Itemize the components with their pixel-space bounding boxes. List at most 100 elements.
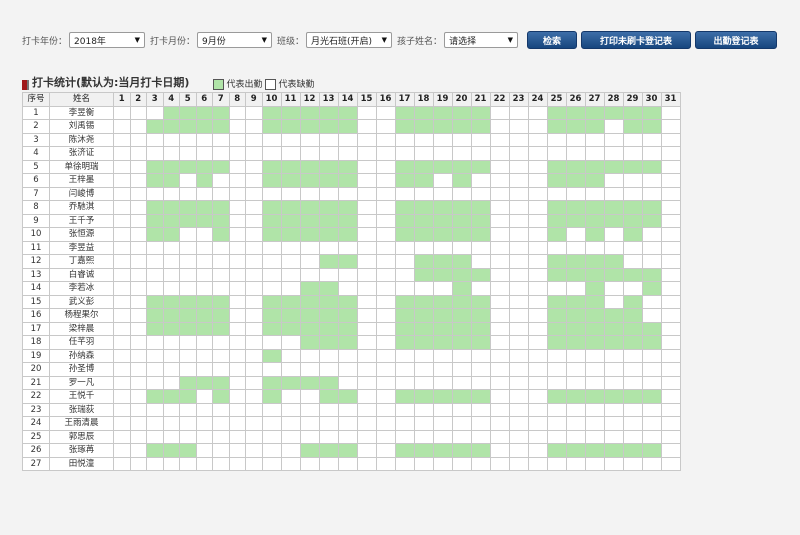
- row-index: 11: [22, 240, 50, 255]
- day-cell-present: [432, 321, 453, 336]
- day-cell-absent: [113, 267, 131, 282]
- day-cell-absent: [527, 348, 548, 363]
- day-cell-absent: [603, 362, 624, 377]
- header-day: 6: [195, 92, 213, 107]
- day-cell-absent: [375, 159, 396, 174]
- day-cell-present: [318, 105, 339, 120]
- day-cell-absent: [660, 240, 681, 255]
- day-cell-absent: [508, 362, 529, 377]
- child-select[interactable]: 请选择 ▼: [444, 32, 519, 48]
- day-cell-absent: [508, 213, 529, 228]
- day-cell-absent: [245, 254, 263, 269]
- row-index: 23: [22, 402, 50, 417]
- year-select[interactable]: 2018年 ▼: [69, 32, 146, 48]
- day-cell-absent: [195, 254, 213, 269]
- day-cell-absent: [337, 267, 358, 282]
- day-cell-absent: [394, 429, 415, 444]
- year-select-value: 2018年: [74, 36, 106, 47]
- day-cell-present: [146, 321, 164, 336]
- day-cell-absent: [280, 402, 301, 417]
- day-cell-absent: [432, 240, 453, 255]
- day-cell-absent: [375, 240, 396, 255]
- day-cell-present: [584, 294, 605, 309]
- day-cell-absent: [508, 240, 529, 255]
- day-cell-absent: [212, 429, 230, 444]
- row-name: 孙圣博: [49, 362, 114, 377]
- day-cell-absent: [261, 456, 282, 471]
- day-cell-absent: [432, 281, 453, 296]
- day-cell-absent: [641, 186, 662, 201]
- day-cell-present: [212, 200, 230, 215]
- day-cell-absent: [261, 146, 282, 161]
- day-cell-present: [261, 348, 282, 363]
- search-button[interactable]: 检索: [527, 31, 578, 49]
- day-cell-absent: [603, 132, 624, 147]
- table-row: 25 郭思辰: [22, 429, 681, 444]
- day-cell-absent: [212, 173, 230, 188]
- row-name: 王悦千: [49, 389, 114, 404]
- day-cell-absent: [470, 456, 491, 471]
- day-cell-absent: [280, 416, 301, 431]
- day-cell-present: [195, 321, 213, 336]
- day-cell-present: [337, 213, 358, 228]
- day-cell-present: [318, 294, 339, 309]
- day-cell-absent: [489, 294, 510, 309]
- day-cell-absent: [527, 429, 548, 444]
- day-cell-present: [394, 443, 415, 458]
- day-cell-absent: [565, 375, 586, 390]
- chevron-down-icon: ▼: [381, 36, 388, 44]
- day-cell-present: [162, 173, 180, 188]
- day-cell-absent: [245, 308, 263, 323]
- day-cell-present: [546, 119, 567, 134]
- row-index: 5: [22, 159, 50, 174]
- day-cell-absent: [356, 456, 377, 471]
- row-name: 陈沐尧: [49, 132, 114, 147]
- attendance-register-button[interactable]: 出勤登记表: [695, 31, 778, 49]
- day-cell-absent: [162, 456, 180, 471]
- table-row: 14 李若冰: [22, 281, 681, 296]
- day-cell-absent: [146, 456, 164, 471]
- day-cell-present: [584, 281, 605, 296]
- day-cell-absent: [375, 308, 396, 323]
- day-cell-absent: [162, 335, 180, 350]
- day-cell-absent: [451, 416, 472, 431]
- day-cell-absent: [603, 402, 624, 417]
- day-cell-absent: [212, 267, 230, 282]
- day-cell-absent: [299, 456, 320, 471]
- row-index: 17: [22, 321, 50, 336]
- day-cell-absent: [565, 402, 586, 417]
- day-cell-absent: [337, 402, 358, 417]
- day-cell-present: [195, 294, 213, 309]
- day-cell-present: [299, 375, 320, 390]
- row-index: 22: [22, 389, 50, 404]
- day-cell-present: [318, 281, 339, 296]
- day-cell-absent: [375, 227, 396, 242]
- day-cell-absent: [129, 402, 147, 417]
- day-cell-absent: [280, 429, 301, 444]
- day-cell-absent: [228, 254, 246, 269]
- day-cell-absent: [546, 186, 567, 201]
- day-cell-absent: [489, 254, 510, 269]
- day-cell-absent: [584, 375, 605, 390]
- print-unswiped-button[interactable]: 打印未刷卡登记表: [581, 31, 692, 49]
- day-cell-absent: [508, 348, 529, 363]
- day-cell-absent: [280, 267, 301, 282]
- day-cell-absent: [261, 254, 282, 269]
- day-cell-absent: [641, 294, 662, 309]
- day-cell-absent: [228, 227, 246, 242]
- day-cell-absent: [375, 254, 396, 269]
- month-select[interactable]: 9月份 ▼: [197, 32, 273, 48]
- day-cell-absent: [584, 348, 605, 363]
- day-cell-absent: [508, 186, 529, 201]
- day-cell-absent: [129, 375, 147, 390]
- day-cell-absent: [584, 429, 605, 444]
- day-cell-present: [261, 119, 282, 134]
- day-cell-present: [146, 389, 164, 404]
- day-cell-absent: [508, 416, 529, 431]
- header-day: 15: [356, 92, 377, 107]
- day-cell-absent: [356, 281, 377, 296]
- header-day: 28: [603, 92, 624, 107]
- class-select[interactable]: 月光石班(开启) ▼: [306, 32, 393, 48]
- day-cell-absent: [129, 362, 147, 377]
- day-cell-absent: [129, 443, 147, 458]
